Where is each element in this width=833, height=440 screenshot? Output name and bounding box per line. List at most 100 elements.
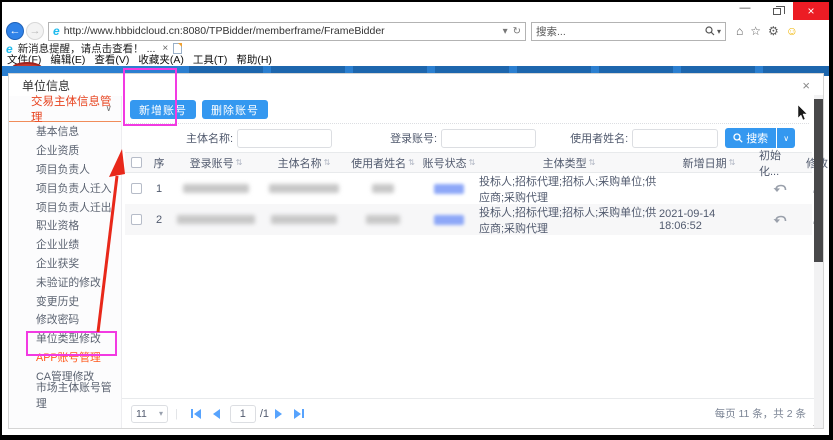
menu-tools[interactable]: 工具(T) — [193, 55, 227, 66]
toolbar: 新增账号 删除账号 — [130, 100, 268, 119]
redacted-login-account — [183, 184, 249, 193]
sort-icon[interactable]: ⇅ — [324, 158, 331, 167]
subject-name-input[interactable] — [237, 129, 332, 148]
sort-icon[interactable]: ⇅ — [589, 158, 596, 167]
refresh-icon[interactable]: ↻ — [513, 26, 521, 37]
user-name-input[interactable] — [632, 129, 718, 148]
row-seq: 2 — [147, 214, 171, 226]
sidebar-item-unit-type-change[interactable]: 单位类型修改 — [9, 329, 121, 348]
magnifier-icon — [733, 133, 743, 143]
total-pages-label: /1 — [260, 408, 269, 420]
sort-icon[interactable]: ⇅ — [408, 158, 415, 167]
header-subject-name[interactable]: 主体名称⇅ — [261, 155, 347, 171]
back-icon: ← — [10, 25, 21, 37]
new-tab-button[interactable] — [173, 43, 182, 54]
minimize-button[interactable]: — — [729, 2, 761, 20]
delete-account-button[interactable]: 删除账号 — [202, 100, 268, 119]
status-badge — [434, 215, 464, 225]
sort-icon[interactable]: ⇅ — [729, 158, 736, 167]
user-name-label: 使用者姓名: — [570, 130, 628, 146]
modal-close-icon[interactable]: × — [802, 78, 810, 93]
sidebar-item-enterprise-awards[interactable]: 企业获奖 — [9, 254, 121, 273]
menu-edit[interactable]: 编辑(E) — [50, 55, 85, 66]
search-dropdown-icon[interactable]: ▾ — [717, 27, 721, 36]
restore-button[interactable] — [761, 2, 793, 20]
page-number-input[interactable] — [230, 405, 256, 423]
url-dropdown-icon[interactable]: ▾ — [503, 26, 508, 37]
table-row: 2 投标人;招标代理;招标人;采购单位;供应商;采购代理 2021-09-14 … — [125, 204, 812, 235]
table-header-row: 序 登录账号⇅ 主体名称⇅ 使用者姓名⇅ 账号状态⇅ 主体类型⇅ 新增日期⇅ 初… — [125, 152, 812, 173]
search-button[interactable]: 搜索 — [725, 128, 776, 148]
status-badge — [434, 184, 464, 194]
row-checkbox[interactable] — [131, 214, 142, 225]
subject-type-text: 投标人;招标代理;招标人;采购单位;供应商;采购代理 — [479, 173, 659, 205]
title-bar: — × — [2, 2, 829, 20]
tab-close-icon[interactable]: × — [162, 43, 168, 54]
sidebar-group-trade-subject[interactable]: 交易主体信息管理 ∨ — [9, 96, 121, 122]
restore-icon — [773, 8, 781, 15]
accounts-table: 序 登录账号⇅ 主体名称⇅ 使用者姓名⇅ 账号状态⇅ 主体类型⇅ 新增日期⇅ 初… — [125, 152, 812, 235]
header-account-status[interactable]: 账号状态⇅ — [419, 155, 479, 171]
home-icon[interactable]: ⌂ — [736, 24, 743, 38]
scrollbar-thumb[interactable] — [814, 99, 823, 262]
sidebar-item-market-subject-account[interactable]: 市场主体账号管理 — [9, 385, 121, 404]
header-initialize: 初始化... — [759, 147, 801, 179]
login-account-input[interactable] — [441, 129, 536, 148]
first-page-button[interactable] — [191, 409, 201, 419]
forward-button[interactable]: → — [26, 22, 44, 40]
browser-search-placeholder: 搜索... — [536, 24, 566, 39]
undo-icon[interactable] — [773, 214, 787, 225]
menu-help[interactable]: 帮助(H) — [236, 55, 272, 66]
search-icon[interactable] — [705, 26, 715, 36]
sidebar-item-leader-move-out[interactable]: 项目负责人迁出 — [9, 197, 121, 216]
url-text[interactable]: http://www.hbbidcloud.cn:8080/TPBidder/m… — [64, 25, 499, 37]
address-bar: ← → e http://www.hbbidcloud.cn:8080/TPBi… — [2, 20, 829, 42]
subject-type-text: 投标人;招标代理;招标人;采购单位;供应商;采购代理 — [479, 204, 659, 236]
add-account-button[interactable]: 新增账号 — [130, 100, 196, 119]
close-button[interactable]: × — [793, 2, 829, 20]
sort-icon[interactable]: ⇅ — [469, 158, 476, 167]
browser-search-field[interactable]: 搜索... ▾ — [531, 22, 726, 41]
redacted-user-name — [372, 184, 394, 193]
row-checkbox[interactable] — [131, 183, 142, 194]
next-page-button[interactable] — [275, 409, 282, 419]
previous-page-button[interactable] — [213, 409, 220, 419]
more-filters-button[interactable]: ∨ — [777, 128, 795, 148]
forward-icon: → — [30, 25, 41, 37]
select-all-checkbox[interactable] — [131, 157, 142, 168]
favorites-star-icon[interactable]: ☆ — [750, 24, 761, 38]
browser-toolbar-icons: ⌂ ☆ ⚙ ☺ — [736, 24, 798, 38]
sidebar-item-enterprise-qualification[interactable]: 企业资质 — [9, 141, 121, 160]
sidebar-item-basic-info[interactable]: 基本信息 — [9, 122, 121, 141]
table-row: 1 投标人;招标代理;招标人;采购单位;供应商;采购代理 — [125, 173, 812, 204]
vertical-scrollbar[interactable] — [814, 95, 823, 428]
sidebar-item-leader-move-in[interactable]: 项目负责人迁入 — [9, 178, 121, 197]
page-size-select[interactable]: 11 ▾ — [131, 405, 168, 423]
chevron-down-icon: ▾ — [159, 409, 163, 418]
feedback-smiley-icon[interactable]: ☺ — [786, 24, 798, 38]
browser-window: — × ← → e http://www.hbbidcloud.cn:8080/… — [0, 0, 833, 440]
sidebar-item-change-history[interactable]: 变更历史 — [9, 291, 121, 310]
gear-icon[interactable]: ⚙ — [768, 24, 779, 38]
modal-title: 单位信息 — [22, 77, 70, 94]
sidebar-item-app-account-management[interactable]: APP账号管理 — [9, 348, 121, 367]
last-page-button[interactable] — [294, 409, 304, 419]
header-login-account[interactable]: 登录账号⇅ — [171, 155, 261, 171]
subject-name-label: 主体名称: — [186, 130, 233, 146]
sidebar-item-project-leader[interactable]: 项目负责人 — [9, 160, 121, 179]
modal-header: 单位信息 × — [9, 74, 823, 96]
sort-icon[interactable]: ⇅ — [236, 158, 243, 167]
sidebar-item-unverified-changes[interactable]: 未验证的修改 — [9, 272, 121, 291]
url-field[interactable]: e http://www.hbbidcloud.cn:8080/TPBidder… — [48, 22, 526, 41]
header-user-name[interactable]: 使用者姓名⇅ — [347, 155, 419, 171]
sidebar-item-professional-qualification[interactable]: 职业资格 — [9, 216, 121, 235]
menu-view[interactable]: 查看(V) — [94, 55, 129, 66]
header-add-date[interactable]: 新增日期⇅ — [659, 155, 759, 171]
sidebar-item-change-password[interactable]: 修改密码 — [9, 310, 121, 329]
sidebar-item-enterprise-performance[interactable]: 企业业绩 — [9, 235, 121, 254]
pagination-summary: 每页 11 条，共 2 条 — [715, 406, 806, 421]
menu-favorites[interactable]: 收藏夹(A) — [138, 55, 184, 66]
back-button[interactable]: ← — [6, 22, 24, 40]
header-subject-type[interactable]: 主体类型⇅ — [479, 155, 659, 171]
undo-icon[interactable] — [773, 183, 787, 194]
